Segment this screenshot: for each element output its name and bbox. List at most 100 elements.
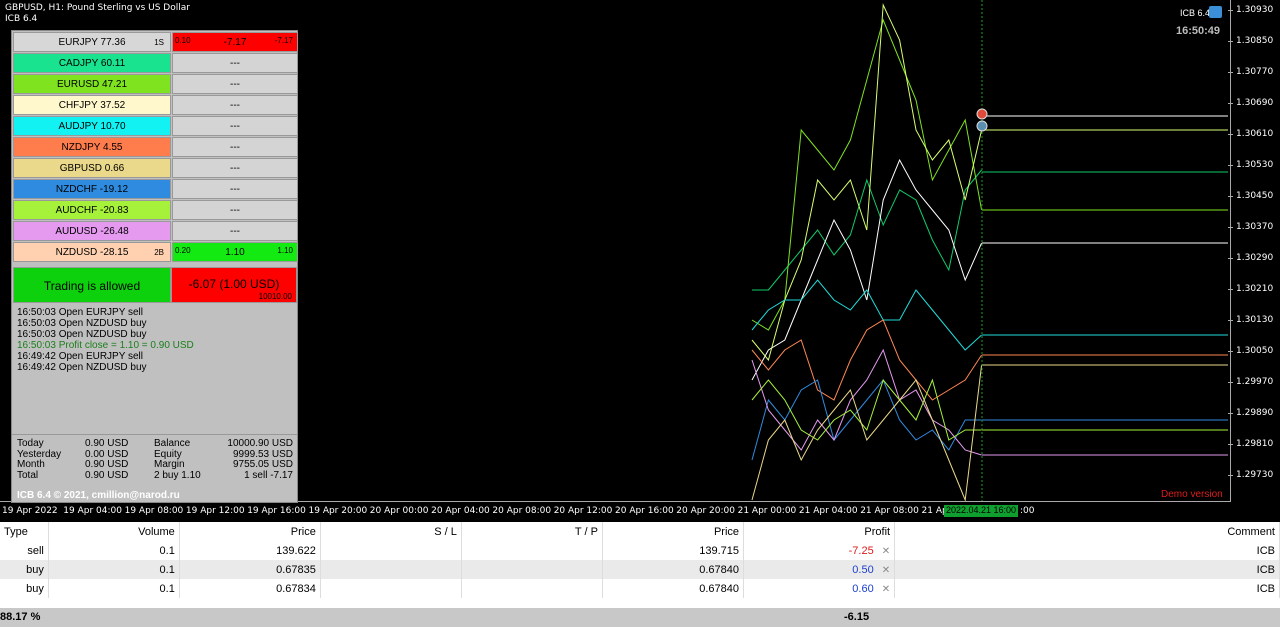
trade-profit-cell: -7.25 ✕ (743, 541, 896, 560)
cell-main-value: --- (230, 79, 240, 90)
price-label: 1.29810 (1236, 439, 1274, 449)
demo-label: Demo version (1161, 489, 1223, 500)
trade-row[interactable]: buy 0.1 0.67834 0.67840 0.60 ✕ ICB (0, 579, 1280, 598)
pair-button[interactable]: NZDJPY 4.55 (13, 137, 171, 157)
total-profit-button[interactable]: -6.07 (1.00 USD) 10010.00 (171, 267, 297, 303)
pair-profit-cell[interactable]: --- (172, 95, 298, 115)
position-badge: 1S (154, 38, 164, 47)
log-line: 16:50:03 Open EURJPY sell (17, 307, 144, 318)
trade-cell: 0.67840 (602, 560, 745, 579)
cell-main-value: -7.17 (223, 37, 247, 48)
price-label: 1.30690 (1236, 98, 1274, 108)
trade-cell: 0.67834 (179, 579, 321, 598)
time-label: 21 Apr 00:00 (737, 506, 797, 516)
pair-profit-cell[interactable]: --- (172, 137, 298, 157)
pair-profit-cell[interactable]: 0.20 1.10 1.10 (172, 242, 298, 262)
stat-cell: 0.90 USD (85, 459, 129, 470)
chart-indicator-title: ICB 6.4 (5, 14, 38, 24)
divider (12, 434, 297, 435)
table-header[interactable]: S / L (320, 522, 462, 541)
pair-button[interactable]: NZDUSD -28.15 2B (13, 242, 171, 262)
table-header[interactable]: T / P (461, 522, 603, 541)
pair-button[interactable]: EURUSD 47.21 (13, 74, 171, 94)
time-label: 20 Apr 04:00 (431, 506, 490, 516)
cell-main-value: --- (230, 163, 240, 174)
close-position-icon[interactable]: ✕ (874, 546, 890, 557)
price-label: 1.30850 (1236, 36, 1274, 46)
event-log: 16:50:03 Open EURJPY sell 16:50:03 Open N… (17, 307, 194, 373)
table-header[interactable]: Comment (894, 522, 1280, 541)
close-position-icon[interactable]: ✕ (874, 584, 890, 595)
price-label: 1.30930 (1236, 5, 1274, 15)
trade-comment: ICB (894, 560, 1280, 579)
trade-cell (461, 560, 603, 579)
cell-main-value: --- (230, 184, 240, 195)
pair-button[interactable]: AUDCHF -20.83 (13, 200, 171, 220)
price-tick (1228, 227, 1233, 228)
chart-area[interactable]: GBPUSD, H1: Pound Sterling vs US Dollar … (0, 0, 1280, 520)
trade-row[interactable]: sell 0.1 139.622 139.715 -7.25 ✕ ICB (0, 541, 1280, 560)
log-line: 16:49:42 Open EURJPY sell (17, 351, 144, 362)
pair-profit-cell[interactable]: --- (172, 53, 298, 73)
cell-main-value: --- (230, 121, 240, 132)
stat-cell: 2 buy 1.10 (154, 469, 201, 481)
cell-right-value: -7.17 (274, 36, 293, 45)
price-label: 1.29730 (1236, 470, 1274, 480)
stat-cell: Today (17, 438, 44, 449)
pair-row: NZDUSD -28.15 2B 0.20 1.10 1.10 (13, 242, 298, 262)
pair-profit-cell[interactable]: --- (172, 74, 298, 94)
stat-cell: Balance (154, 438, 191, 449)
trade-cell: 0.67835 (179, 560, 321, 579)
price-tick (1228, 475, 1233, 476)
pair-profit-cell[interactable]: --- (172, 221, 298, 241)
price-label: 1.30130 (1236, 315, 1274, 325)
graduation-cap-icon[interactable] (1209, 6, 1222, 18)
indicator-series-line (751, 18, 983, 331)
pair-button[interactable]: CADJPY 60.11 (13, 53, 171, 73)
table-header[interactable]: Type (0, 522, 49, 541)
price-label: 1.29970 (1236, 377, 1274, 387)
trade-cell: 0.1 (48, 541, 180, 560)
pair-profit-cell[interactable]: --- (172, 116, 298, 136)
position-badge: 2B (154, 248, 164, 257)
price-tick (1228, 103, 1233, 104)
pair-button[interactable]: GBPUSD 0.66 (13, 158, 171, 178)
pair-button[interactable]: CHFJPY 37.52 (13, 95, 171, 115)
price-label: 1.30610 (1236, 129, 1274, 139)
trade-cell: buy (0, 579, 49, 598)
stat-cell: 1 sell -7.17 (244, 469, 293, 481)
time-label: 19 Apr 16:00 (247, 506, 306, 516)
trade-cell: sell (0, 541, 49, 560)
pair-row: CHFJPY 37.52 --- (13, 95, 298, 115)
table-header[interactable]: Price (179, 522, 321, 541)
cell-main-value: --- (230, 100, 240, 111)
time-label: 19 Apr 20:00 (308, 506, 368, 516)
price-tick (1228, 382, 1233, 383)
price-tick (1228, 165, 1233, 166)
pair-profit-cell[interactable]: --- (172, 200, 298, 220)
trade-row[interactable]: buy 0.1 0.67835 0.67840 0.50 ✕ ICB (0, 560, 1280, 579)
pair-profit-cell[interactable]: 0.10 -7.17 -7.17 (172, 32, 298, 52)
pair-button[interactable]: EURJPY 77.36 1S (13, 32, 171, 52)
trade-cell (461, 541, 603, 560)
trading-status-button[interactable]: Trading is allowed (13, 267, 171, 303)
pair-button[interactable]: NZDCHF -19.12 (13, 179, 171, 199)
trade-marker-icon[interactable] (976, 108, 988, 120)
close-position-icon[interactable]: ✕ (874, 565, 890, 576)
table-header[interactable]: Volume (48, 522, 180, 541)
stat-cell: 9755.05 USD (232, 459, 293, 470)
total-profit: -6.15 (844, 611, 870, 623)
indicator-series-line (751, 3, 983, 362)
pair-button[interactable]: AUDUSD -26.48 (13, 221, 171, 241)
total-profit-value: -6.07 (1.00 USD) (188, 277, 280, 291)
pair-profit-cell[interactable]: --- (172, 158, 298, 178)
price-tick (1228, 320, 1233, 321)
pair-button[interactable]: AUDJPY 10.70 (13, 116, 171, 136)
icb-control-panel: EURJPY 77.36 1S 0.10 -7.17 -7.17 CADJPY 60.11… (11, 30, 298, 503)
price-label: 1.30530 (1236, 160, 1274, 170)
table-header[interactable]: Profit (743, 522, 896, 541)
pair-profit-cell[interactable]: --- (172, 179, 298, 199)
trade-marker-icon[interactable] (976, 120, 988, 132)
table-header[interactable]: Price (602, 522, 745, 541)
cell-left-value: 0.20 (175, 246, 191, 255)
